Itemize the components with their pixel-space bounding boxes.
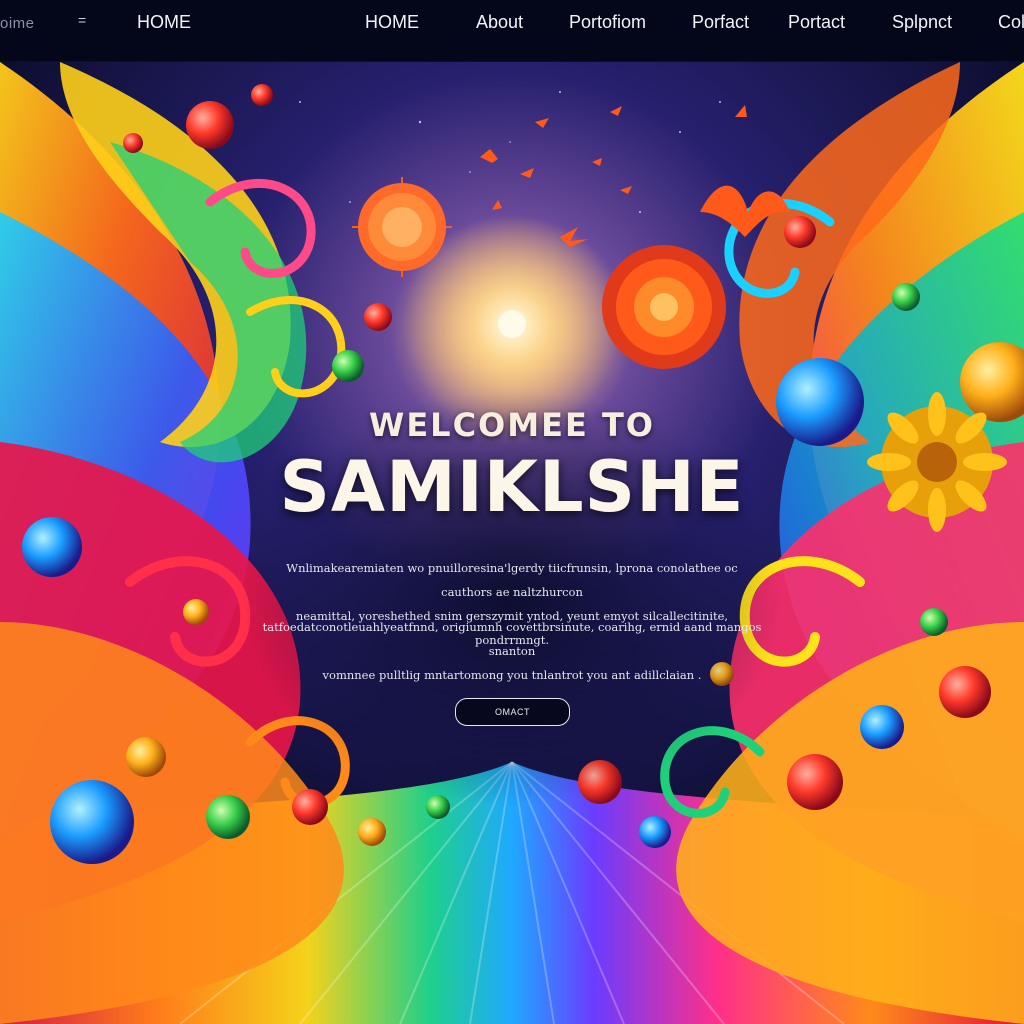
hero-paragraph-2: tatfoedatconotleuahlyeatfnnd, origiumnh … [262,615,762,687]
hero-headline-welcome: WELCOMEE TO [369,406,655,444]
hero-paragraph-2-line-2: vomnnee pulltlig mntartomong you tnlantr… [322,668,702,682]
nav-link-splpnct[interactable]: Splpnct [892,12,952,33]
nav-link-contact-truncated[interactable]: Col [998,12,1024,33]
nav-link-about[interactable]: About [476,12,523,33]
top-navbar: oime = HOME HOME About Portofiom Porfact… [0,0,1024,62]
hamburger-menu-icon[interactable]: = [78,12,86,28]
hero-section: WELCOMEE TO SAMIKLSHE Wnlimakearemiaten … [0,62,1024,1024]
hero-background-artwork [0,62,1024,1024]
contact-cta-button[interactable]: OMACT [455,698,570,726]
brand-logo-text[interactable]: oime [0,15,35,32]
nav-link-home[interactable]: HOME [365,12,419,33]
nav-link-portfolio[interactable]: Portofiom [569,12,646,33]
hero-paragraph-2-line-1: tatfoedatconotleuahlyeatfnnd, origiumnh … [262,620,762,658]
hero-headline-brand: SAMIKLSHE [279,446,745,528]
hero-paragraph-1-line-1: Wnlimakearemiaten wo pnuilloresina'lgerd… [286,561,738,599]
nav-link-porfact[interactable]: Porfact [692,12,749,33]
nav-link-portact[interactable]: Portact [788,12,845,33]
nav-home-primary-link[interactable]: HOME [137,12,191,33]
